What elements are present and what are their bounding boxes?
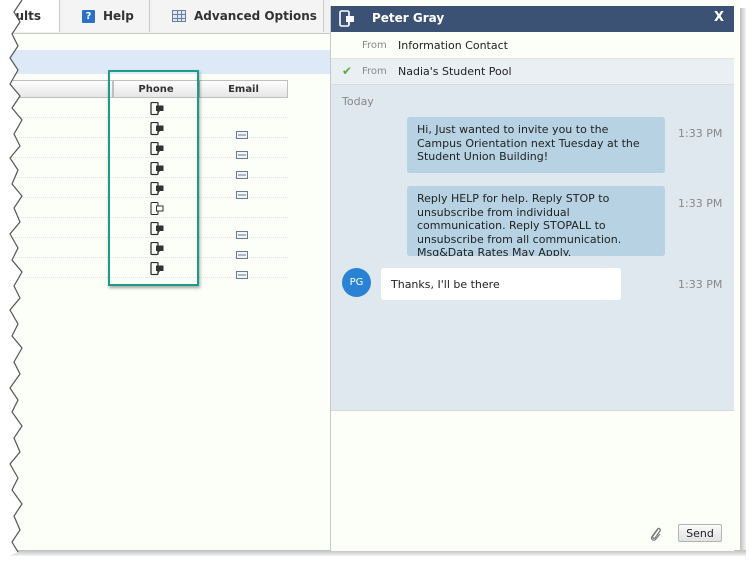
outgoing-message: Hi, Just wanted to invite you to the Cam… <box>407 117 665 173</box>
column-header-email-label: Email <box>228 83 259 95</box>
compose-area[interactable]: Send <box>331 410 734 551</box>
incoming-message-text: Thanks, I'll be there <box>391 277 500 291</box>
table-row[interactable] <box>0 218 288 239</box>
column-header-phone-label: Phone <box>138 83 174 95</box>
phone-icon[interactable] <box>150 241 164 256</box>
message-time: 1:33 PM <box>678 278 723 291</box>
email-icon[interactable] <box>236 164 248 179</box>
email-icon[interactable] <box>236 244 248 259</box>
message-time: 1:33 PM <box>678 197 723 210</box>
screenshot-canvas: ults ? Help Advanced Options Phone Email <box>0 0 750 565</box>
help-icon: ? <box>82 9 95 23</box>
toolbar-strip <box>0 50 330 74</box>
table-row[interactable] <box>0 158 288 179</box>
table-row[interactable] <box>0 98 288 118</box>
grid-icon <box>172 10 186 22</box>
phone-icon[interactable] <box>150 181 164 196</box>
tab-help[interactable]: ? Help <box>62 0 150 32</box>
chat-header: Peter Gray X <box>331 6 734 32</box>
avatar: PG <box>342 268 371 297</box>
mobile-phone-icon <box>339 10 354 27</box>
table-row[interactable] <box>0 138 288 159</box>
tab-help-label: Help <box>103 9 134 23</box>
send-button[interactable]: Send <box>678 524 722 542</box>
tab-advanced-options[interactable]: Advanced Options <box>152 0 324 32</box>
tab-bar: ults ? Help Advanced Options <box>0 0 330 34</box>
table-row[interactable] <box>0 238 288 259</box>
day-separator: Today <box>342 95 374 108</box>
page-shadow-right <box>740 8 746 556</box>
email-icon[interactable] <box>236 264 248 279</box>
contact-name: Peter Gray <box>372 11 445 25</box>
attachment-icon[interactable] <box>649 526 663 542</box>
table-row[interactable] <box>0 178 288 199</box>
email-icon[interactable] <box>236 224 248 239</box>
from-option-nadias-student-pool[interactable]: ✔ From Nadia's Student Pool <box>331 59 734 85</box>
table-row[interactable] <box>0 118 288 139</box>
email-icon[interactable] <box>236 144 248 159</box>
results-grid <box>0 98 288 279</box>
phone-icon[interactable] <box>150 261 164 276</box>
incoming-message: Thanks, I'll be there <box>381 268 621 300</box>
phone-outline-icon[interactable] <box>150 201 164 216</box>
from-option-information-contact[interactable]: From Information Contact <box>331 33 734 59</box>
checkmark-icon: ✔ <box>342 64 353 78</box>
from-label: From <box>362 40 387 51</box>
from-value: Nadia's Student Pool <box>398 65 512 78</box>
phone-icon[interactable] <box>150 161 164 176</box>
phone-icon[interactable] <box>150 221 164 236</box>
outgoing-message: Reply HELP for help. Reply STOP to unsub… <box>407 186 665 256</box>
phone-icon[interactable] <box>150 141 164 156</box>
sms-chat-panel: Peter Gray X From Information Contact ✔ … <box>330 6 734 551</box>
table-row[interactable] <box>0 258 288 279</box>
message-thread[interactable]: Today Hi, Just wanted to invite you to t… <box>331 85 734 410</box>
column-header-email[interactable]: Email <box>199 80 288 98</box>
email-icon[interactable] <box>236 184 248 199</box>
table-row[interactable] <box>0 198 288 218</box>
column-header-phone[interactable]: Phone <box>113 80 199 98</box>
from-label: From <box>362 66 387 77</box>
tab-advanced-options-label: Advanced Options <box>194 9 317 23</box>
phone-icon[interactable] <box>150 101 164 116</box>
from-value: Information Contact <box>398 39 508 52</box>
page: ults ? Help Advanced Options Phone Email <box>0 0 740 560</box>
torn-edge <box>0 0 23 560</box>
close-button[interactable]: X <box>714 10 724 25</box>
email-icon[interactable] <box>236 124 248 139</box>
phone-icon[interactable] <box>150 121 164 136</box>
message-time: 1:33 PM <box>678 127 723 140</box>
